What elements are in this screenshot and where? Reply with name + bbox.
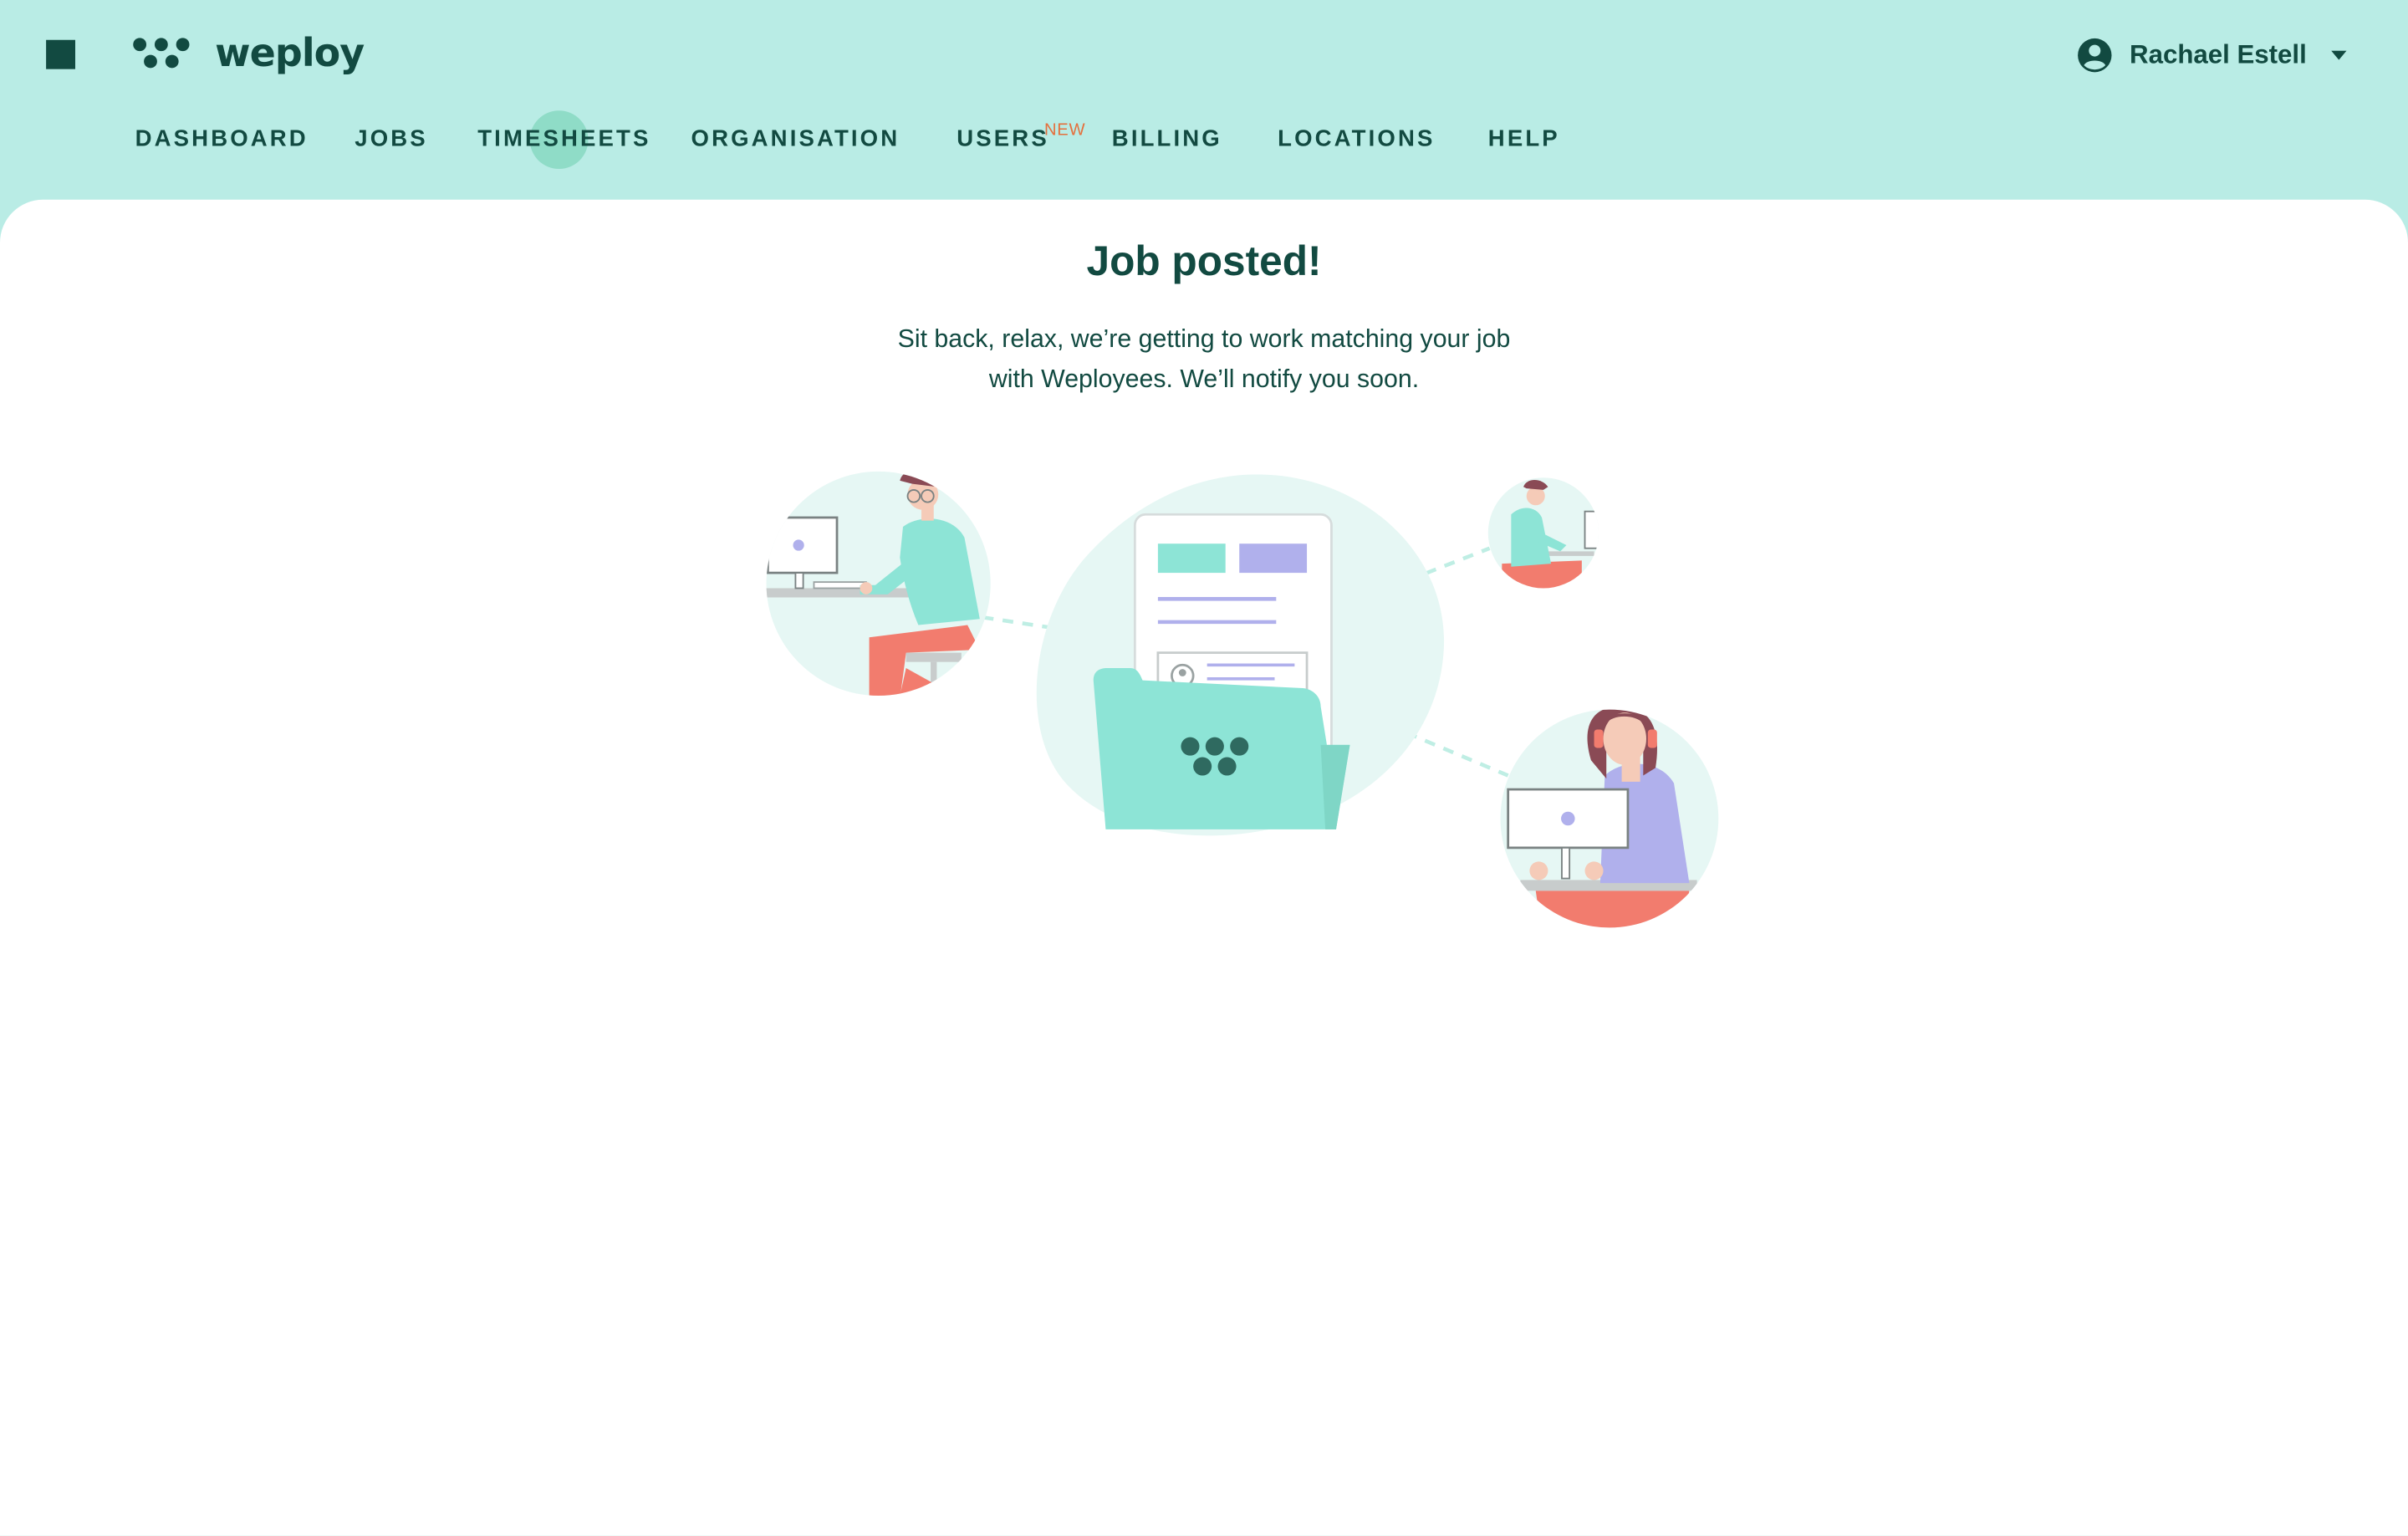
nav-users[interactable]: USERS	[957, 120, 1049, 160]
worker-small-illustration	[1487, 477, 1599, 589]
nav-help[interactable]: HELP	[1488, 120, 1560, 160]
menu-icon[interactable]	[46, 39, 75, 69]
caret-down-icon[interactable]	[2331, 50, 2347, 60]
nav-jobs[interactable]: JOBS	[355, 120, 428, 160]
logo-text: weploy	[215, 30, 365, 75]
page-title: Job posted!	[1086, 237, 1322, 284]
nav-timesheets[interactable]: TIMESHEETS	[477, 120, 650, 160]
new-badge: NEW	[1043, 121, 1086, 140]
user-name: Rachael Estell	[2130, 39, 2307, 69]
worker-desk-illustration	[766, 471, 991, 697]
nav-locations[interactable]: LOCATIONS	[1278, 120, 1435, 160]
nav-dashboard[interactable]: DASHBOARD	[135, 120, 309, 160]
weploy-logo-icon	[133, 38, 190, 69]
worker-headset-illustration	[1500, 709, 1719, 928]
top-header: weploy Rachael Estell DASHBOARD JOBS TIM…	[0, 0, 2408, 215]
folder-graphic	[1093, 667, 1350, 829]
app-root: weploy Rachael Estell DASHBOARD JOBS TIM…	[0, 0, 2408, 1536]
page-subtitle: Sit back, relax, we’re getting to work m…	[897, 325, 1511, 394]
nav-organisation[interactable]: ORGANISATION	[691, 120, 900, 160]
account-circle-icon	[2077, 38, 2111, 73]
user-menu[interactable]: Rachael Estell	[2076, 35, 2347, 75]
logo[interactable]: weploy	[132, 30, 365, 77]
nav-billing[interactable]: BILLING	[1112, 120, 1222, 160]
job-posted-illustration	[766, 471, 1719, 928]
main-nav: DASHBOARD JOBS TIMESHEETS ORGANISATION U…	[0, 120, 2408, 160]
